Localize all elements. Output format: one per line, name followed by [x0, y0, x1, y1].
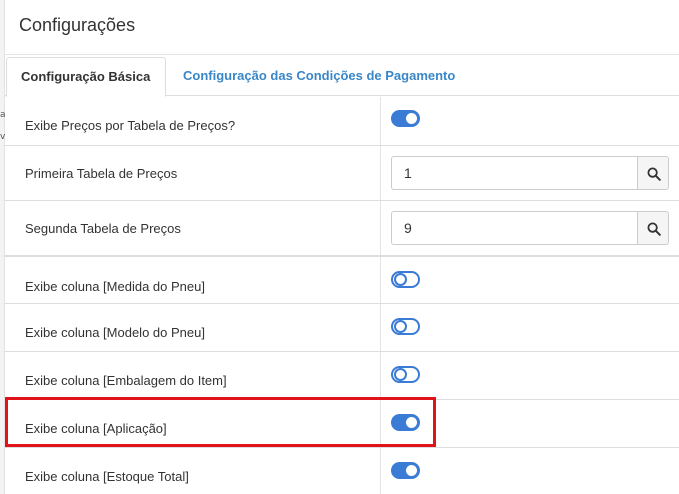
primeira-tabela-search-button[interactable]: [637, 156, 669, 190]
setting-label: Exibe Preços por Tabela de Preços?: [25, 118, 236, 133]
tab-configuracao-basica[interactable]: Configuração Básica: [6, 57, 166, 97]
tab-bar: Configuração Básica Configuração das Con…: [5, 55, 679, 97]
column-divider: [380, 304, 381, 351]
column-divider: [380, 448, 381, 494]
toggle-knob: [394, 320, 407, 333]
toggle-knob: [394, 368, 407, 381]
column-divider: [380, 400, 381, 447]
modal-title: Configurações: [19, 15, 136, 35]
toggle-knob: [406, 465, 417, 476]
setting-label: Primeira Tabela de Preços: [25, 166, 178, 181]
exibe-estoque-total-toggle[interactable]: [391, 462, 420, 479]
search-icon: [647, 222, 661, 236]
settings-table: Exibe Preços por Tabela de Preços? Prime…: [5, 97, 679, 494]
settings-row: Exibe Preços por Tabela de Preços?: [5, 97, 679, 145]
settings-row: Exibe coluna [Modelo do Pneu]: [5, 303, 679, 351]
segunda-tabela-input[interactable]: [391, 211, 637, 245]
toggle-knob: [406, 417, 417, 428]
segunda-tabela-search-button[interactable]: [637, 211, 669, 245]
setting-label: Exibe coluna [Aplicação]: [25, 421, 167, 436]
setting-label: Exibe coluna [Modelo do Pneu]: [25, 325, 205, 340]
primeira-tabela-lookup: [391, 156, 669, 190]
setting-label: Exibe coluna [Embalagem do Item]: [25, 373, 227, 388]
exibe-aplicacao-toggle[interactable]: [391, 414, 420, 431]
settings-row: Segunda Tabela de Preços: [5, 200, 679, 255]
toggle-knob: [394, 273, 407, 286]
column-divider: [380, 352, 381, 399]
primeira-tabela-input[interactable]: [391, 156, 637, 190]
settings-row: Primeira Tabela de Preços: [5, 145, 679, 200]
exibe-precos-tabela-toggle[interactable]: [391, 110, 420, 127]
tab-configuracao-condicoes-pagamento[interactable]: Configuração das Condições de Pagamento: [169, 57, 469, 97]
setting-label: Exibe coluna [Medida do Pneu]: [25, 279, 205, 294]
setting-label: Exibe coluna [Estoque Total]: [25, 469, 189, 484]
settings-row: Exibe coluna [Medida do Pneu]: [5, 255, 679, 303]
exibe-embalagem-item-toggle[interactable]: [391, 366, 420, 383]
column-divider: [380, 146, 381, 200]
modal-header: Configurações: [5, 0, 679, 55]
configuracoes-modal: Configurações Configuração Básica Config…: [5, 0, 679, 494]
setting-label: Segunda Tabela de Preços: [25, 221, 181, 236]
exibe-modelo-pneu-toggle[interactable]: [391, 318, 420, 335]
search-icon: [647, 167, 661, 181]
column-divider: [380, 201, 381, 255]
settings-row: Exibe coluna [Estoque Total]: [5, 447, 679, 494]
settings-row: Exibe coluna [Embalagem do Item]: [5, 351, 679, 399]
settings-row: Exibe coluna [Aplicação]: [5, 399, 679, 447]
toggle-knob: [406, 113, 417, 124]
column-divider: [380, 97, 381, 145]
column-divider: [380, 257, 381, 303]
segunda-tabela-lookup: [391, 211, 669, 245]
exibe-medida-pneu-toggle[interactable]: [391, 271, 420, 288]
